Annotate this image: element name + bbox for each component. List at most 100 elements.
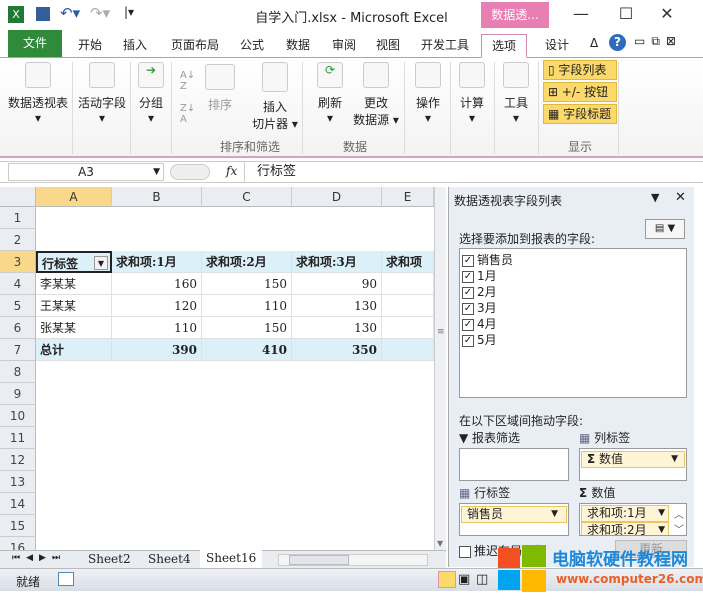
close-icon[interactable]: ✕ bbox=[652, 4, 682, 23]
tab-view[interactable]: 视图 bbox=[368, 34, 408, 58]
table-cell[interactable] bbox=[382, 295, 434, 317]
active-field-button[interactable]: 活动字段 ▾ bbox=[76, 62, 128, 125]
tools-button[interactable]: 工具 ▾ bbox=[496, 62, 536, 125]
scroll-down-icon[interactable]: ▼ bbox=[437, 539, 443, 548]
table-cell[interactable]: 150 bbox=[202, 317, 292, 339]
report-filter-area[interactable] bbox=[459, 448, 569, 481]
header-cell[interactable]: 求和项:1月 bbox=[112, 251, 202, 273]
column-labels-area[interactable]: Σ 数值 ▼ bbox=[579, 448, 687, 481]
tab-file[interactable]: 文件 bbox=[8, 30, 62, 57]
scroll-thumb-grip[interactable]: ≡ bbox=[437, 327, 445, 337]
tab-data[interactable]: 数据 bbox=[278, 34, 318, 58]
pane-close-icon[interactable]: ✕ bbox=[675, 190, 686, 205]
column-field-values[interactable]: Σ 数值 ▼ bbox=[581, 451, 685, 468]
insert-slicer-button[interactable]: 插入 切片器 ▾ bbox=[250, 62, 300, 132]
formula-bar-splitter[interactable] bbox=[170, 164, 210, 180]
row-header-2[interactable]: 2 bbox=[0, 229, 36, 251]
field-checkbox[interactable]: ✓ 1月 bbox=[462, 267, 497, 284]
row-header-8[interactable]: 8 bbox=[0, 361, 36, 383]
help-icon[interactable]: ? bbox=[609, 34, 626, 51]
header-cell[interactable]: 求和项 bbox=[382, 251, 434, 273]
tab-design[interactable]: 设计 bbox=[534, 34, 580, 58]
value-field[interactable]: 求和项:1月 ▼ bbox=[581, 505, 669, 522]
field-checkbox[interactable]: ✓ 5月 bbox=[462, 331, 497, 348]
row-labels-area[interactable]: 销售员 ▼ bbox=[459, 503, 569, 536]
cell-grid[interactable]: 行标签 ▼ 求和项:1月 求和项:2月 求和项:3月 求和项 李某某 160 150 9… bbox=[36, 207, 434, 550]
table-cell[interactable]: 90 bbox=[292, 273, 382, 295]
field-checkbox[interactable]: ✓ 3月 bbox=[462, 299, 497, 316]
workbook-window-controls-icon[interactable]: ▭⧉⊠ bbox=[634, 34, 682, 49]
column-header-a[interactable]: A bbox=[36, 187, 112, 207]
column-header-d[interactable]: D bbox=[292, 187, 382, 207]
column-header-c[interactable]: C bbox=[202, 187, 292, 207]
table-cell[interactable] bbox=[382, 317, 434, 339]
filter-dropdown-icon[interactable]: ▼ bbox=[94, 256, 108, 270]
macro-record-icon[interactable] bbox=[58, 572, 74, 586]
vertical-scrollbar[interactable]: ≡ ▼ bbox=[434, 187, 446, 550]
table-cell[interactable]: 110 bbox=[112, 317, 202, 339]
actions-button[interactable]: 操作 ▾ bbox=[408, 62, 448, 125]
sheet-tab-sheet4[interactable]: Sheet4 bbox=[148, 552, 191, 566]
table-cell[interactable]: 120 bbox=[112, 295, 202, 317]
total-cell[interactable]: 350 bbox=[292, 339, 382, 361]
row-header-4[interactable]: 4 bbox=[0, 273, 36, 295]
tab-insert[interactable]: 插入 bbox=[115, 34, 155, 58]
table-cell[interactable]: 张某某 bbox=[36, 317, 112, 339]
name-box[interactable]: A3 ▼ bbox=[8, 163, 164, 181]
table-cell[interactable]: 130 bbox=[292, 295, 382, 317]
table-cell[interactable]: 130 bbox=[292, 317, 382, 339]
sheet-nav-arrows-icon[interactable]: ⏮◀▶⏭ bbox=[12, 553, 66, 563]
field-checkbox[interactable]: ✓ 2月 bbox=[462, 283, 497, 300]
tab-review[interactable]: 审阅 bbox=[324, 34, 364, 58]
group-button[interactable]: ➔ 分组 ▾ bbox=[134, 62, 168, 125]
horizontal-scrollbar[interactable] bbox=[278, 554, 428, 566]
select-all-corner[interactable] bbox=[0, 187, 36, 207]
formula-input[interactable]: 行标签 bbox=[244, 162, 692, 182]
total-cell[interactable] bbox=[382, 339, 434, 361]
row-header-12[interactable]: 12 bbox=[0, 449, 36, 471]
row-header-7[interactable]: 7 bbox=[0, 339, 36, 361]
tab-developer[interactable]: 开发工具 bbox=[414, 34, 476, 58]
row-header-3[interactable]: 3 bbox=[0, 251, 36, 273]
table-cell[interactable]: 150 bbox=[202, 273, 292, 295]
row-header-5[interactable]: 5 bbox=[0, 295, 36, 317]
sheet-tab-sheet2[interactable]: Sheet2 bbox=[88, 552, 131, 566]
calculations-button[interactable]: 计算 ▾ bbox=[452, 62, 492, 125]
table-cell[interactable]: 王某某 bbox=[36, 295, 112, 317]
header-cell[interactable]: 求和项:2月 bbox=[202, 251, 292, 273]
value-field[interactable]: 求和项:2月 ▼ bbox=[581, 522, 669, 535]
values-area[interactable]: 求和项:1月 ▼ 求和项:2月 ▼ ︿ ﹀ bbox=[579, 503, 687, 536]
insert-function-icon[interactable]: fx bbox=[226, 164, 237, 178]
table-cell[interactable] bbox=[382, 273, 434, 295]
tab-formulas[interactable]: 公式 bbox=[232, 34, 272, 58]
field-checkbox[interactable]: ✓ 销售员 bbox=[462, 251, 513, 268]
field-headers-button[interactable]: ▦ 字段标题 bbox=[543, 104, 617, 124]
refresh-button[interactable]: ⟳ 刷新 ▾ bbox=[310, 62, 350, 125]
page-break-view-icon[interactable]: ◫ bbox=[476, 572, 488, 587]
sort-desc-icon[interactable]: Z↓ A bbox=[180, 103, 195, 125]
row-header-14[interactable]: 14 bbox=[0, 493, 36, 515]
total-cell[interactable]: 410 bbox=[202, 339, 292, 361]
change-data-source-button[interactable]: 更改 数据源 ▾ bbox=[350, 62, 402, 128]
tab-home[interactable]: 开始 bbox=[70, 34, 110, 58]
scroll-up-icon[interactable]: ︿ ﹀ bbox=[674, 506, 684, 535]
row-header-1[interactable]: 1 bbox=[0, 207, 36, 229]
normal-view-icon[interactable] bbox=[438, 571, 456, 588]
sort-asc-icon[interactable]: A↓ Z bbox=[180, 70, 195, 92]
table-cell[interactable]: 110 bbox=[202, 295, 292, 317]
pane-options-icon[interactable]: ▼ bbox=[651, 191, 659, 204]
layout-options-button[interactable]: ▤ ▼ bbox=[645, 219, 685, 239]
table-cell[interactable]: 李某某 bbox=[36, 273, 112, 295]
sort-button[interactable]: 排序 bbox=[202, 64, 238, 113]
total-cell[interactable]: 390 bbox=[112, 339, 202, 361]
column-header-e[interactable]: E bbox=[382, 187, 434, 207]
field-list-button[interactable]: ▯ 字段列表 bbox=[543, 60, 617, 80]
total-label[interactable]: 总计 bbox=[36, 339, 112, 361]
cell-a3[interactable]: 行标签 ▼ bbox=[36, 251, 112, 273]
row-header-10[interactable]: 10 bbox=[0, 405, 36, 427]
row-header-15[interactable]: 15 bbox=[0, 515, 36, 537]
row-header-6[interactable]: 6 bbox=[0, 317, 36, 339]
tab-options[interactable]: 选项 bbox=[481, 34, 527, 58]
row-header-13[interactable]: 13 bbox=[0, 471, 36, 493]
plus-minus-buttons-button[interactable]: ⊞ +/- 按钮 bbox=[543, 82, 617, 102]
